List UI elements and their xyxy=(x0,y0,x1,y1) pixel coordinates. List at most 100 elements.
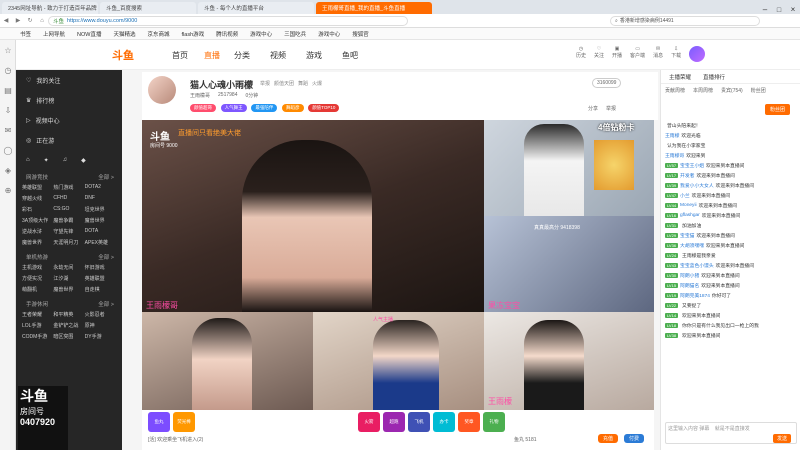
nav-fishbar[interactable]: 鱼吧 xyxy=(342,50,358,61)
subtab[interactable]: 本周周榜 xyxy=(693,87,713,94)
game-link[interactable]: 和平精英 xyxy=(53,311,84,318)
game-link[interactable]: 怀旧游戏 xyxy=(85,264,116,271)
douyu-logo[interactable]: 斗鱼 xyxy=(112,47,148,63)
star-icon[interactable]: ☆ xyxy=(0,40,16,60)
game-link[interactable]: 暗区突围 xyxy=(53,333,84,340)
browser-tab-active[interactable]: 王雨檬哥直播_我的直播_斗鱼直播 xyxy=(316,2,432,14)
shortcut-icon[interactable]: ◆ xyxy=(81,157,86,164)
anchor-avatar[interactable] xyxy=(148,76,176,104)
game-link[interactable]: 穿越火线 xyxy=(22,195,53,202)
chat-nick[interactable]: 我爱小小大女人 xyxy=(680,182,714,189)
game-link[interactable]: DNF xyxy=(85,195,116,202)
game-link[interactable]: 火影忍者 xyxy=(85,311,116,318)
game-link[interactable]: 英雄联盟 xyxy=(85,275,116,282)
sidebar-item-follow[interactable]: ♡ 我的关注 xyxy=(16,70,122,90)
sidebar-item-playing[interactable]: ◎ 正在游 xyxy=(16,130,122,150)
gift-item[interactable]: 鱼丸 xyxy=(148,412,170,432)
room-tag[interactable]: 舞蹈彦 xyxy=(282,104,304,112)
nav-video[interactable]: 视频 xyxy=(270,50,286,61)
game-icon[interactable]: ◈ xyxy=(0,160,16,180)
sub-label[interactable]: 舞蹈 xyxy=(298,80,308,87)
cart-icon[interactable]: ⊕ xyxy=(0,180,16,200)
gift-item[interactable]: 火箭 xyxy=(358,412,380,432)
sidebar-item-video[interactable]: ▷ 视频中心 xyxy=(16,110,122,130)
game-link[interactable]: DOTA2 xyxy=(85,184,116,191)
bookmark[interactable]: 腾讯视频 xyxy=(216,30,238,38)
game-link[interactable]: 主机游戏 xyxy=(22,264,53,271)
send-button[interactable]: 发送 xyxy=(773,434,792,443)
gift-item[interactable]: 礼物 xyxy=(483,412,505,432)
room-tag[interactable]: 最强陪伴 xyxy=(251,104,278,112)
url-field[interactable]: 斗鱼 https://www.douyu.com/9000 xyxy=(48,15,408,26)
chat-nick[interactable]: 大胡须嘿嘿 xyxy=(680,242,704,249)
chat-nick[interactable]: 宝宝猫 xyxy=(680,232,694,239)
fan-club-button[interactable]: 粉丝团 xyxy=(765,104,791,115)
follow-icon[interactable]: ♡ 关注 xyxy=(594,46,604,62)
game-link[interactable]: 魔兽世界 xyxy=(85,217,116,224)
room-tag[interactable]: 人气舞王 xyxy=(220,104,247,112)
broadcast-icon[interactable]: ▣ 开播 xyxy=(612,46,622,62)
video-player[interactable]: 直播间只看绝美大佬 斗鱼 房间号 9000 王雨檬哥 4倍钻粉卡 真真最高分 9… xyxy=(142,120,654,410)
game-link[interactable]: 热门游戏 xyxy=(53,184,84,191)
game-link[interactable]: 萌翻机 xyxy=(22,286,53,293)
chat-nick[interactable]: 宝宝蓝色小馒头 xyxy=(680,262,714,269)
section-more[interactable]: 全部 > xyxy=(98,173,114,181)
sidebar-item-rank[interactable]: ♛ 排行榜 xyxy=(16,90,122,110)
subtab[interactable]: 粉丝团 xyxy=(751,87,766,94)
bookmark[interactable]: 上网导航 xyxy=(43,30,65,38)
sub-label[interactable]: 火爆 xyxy=(312,80,322,87)
chat-bubble-icon[interactable]: ◯ xyxy=(0,140,16,160)
chat-nick[interactable]: 王雨檬哥 xyxy=(665,152,684,159)
game-link[interactable]: 3A顶级大作 xyxy=(22,217,53,224)
game-link[interactable]: 原神 xyxy=(85,322,116,329)
game-link[interactable]: 江汐湖 xyxy=(53,275,84,282)
report-button[interactable]: 举报 xyxy=(606,105,616,112)
bookmark[interactable]: 三国吃兵 xyxy=(284,30,306,38)
chat-nick[interactable]: 阿朗完美1874 xyxy=(680,292,710,299)
pay-button[interactable]: 付费 xyxy=(624,434,645,443)
game-link[interactable]: 魔兽世界 xyxy=(22,239,53,246)
game-link[interactable]: 永劫无间 xyxy=(53,264,84,271)
game-link[interactable]: 守望先锋 xyxy=(53,228,84,235)
section-more[interactable]: 全部 > xyxy=(98,300,114,308)
window-close-icon[interactable]: × xyxy=(786,5,800,14)
gift-item[interactable]: 超跑 xyxy=(383,412,405,432)
gift-item[interactable]: 飞机 xyxy=(408,412,430,432)
game-link[interactable]: CFHD xyxy=(53,195,84,202)
game-link[interactable]: 坦克世界 xyxy=(85,206,116,213)
game-link[interactable]: APEX英雄 xyxy=(85,239,116,246)
search-field[interactable]: ⌕ 香港新增感染病例14491 xyxy=(610,15,760,26)
nav-home[interactable]: 首页 xyxy=(172,50,188,61)
avatar[interactable] xyxy=(689,46,706,62)
chat-nick[interactable]: 宝宝王小姐 xyxy=(680,162,704,169)
bookmark[interactable]: 游戏中心 xyxy=(250,30,272,38)
nav-category[interactable]: 分类 xyxy=(234,50,250,61)
browser-tab[interactable]: 斗鱼 - 每个人的直播平台 xyxy=(198,2,314,14)
tab-live-rank[interactable]: 直播排行 xyxy=(703,73,725,81)
nav-game[interactable]: 游戏 xyxy=(306,50,322,61)
anchor-name[interactable]: 王雨檬哥 xyxy=(190,92,210,99)
game-link[interactable]: 王者荣耀 xyxy=(22,311,53,318)
game-link[interactable]: CODM手游 xyxy=(22,333,53,340)
bookmark[interactable]: NOW直播 xyxy=(77,30,101,38)
bookmark[interactable]: 书签 xyxy=(20,30,31,38)
home-icon[interactable]: ⌂ xyxy=(36,18,48,24)
game-link[interactable]: 逆战水浒 xyxy=(22,228,53,235)
room-tag[interactable]: 颜值TOP10 xyxy=(308,104,340,112)
game-link[interactable]: 自走棋 xyxy=(85,286,116,293)
clock-icon[interactable]: ◷ xyxy=(0,60,16,80)
history-icon[interactable]: ◷ 历史 xyxy=(576,46,586,62)
bookmark[interactable]: 游戏中心 xyxy=(318,30,340,38)
gift-item[interactable]: 荧光棒 xyxy=(173,412,195,432)
nav-live[interactable]: 直播 xyxy=(204,50,220,61)
window-maximize-icon[interactable]: □ xyxy=(772,7,786,14)
game-link[interactable]: 彩石 xyxy=(22,206,53,213)
game-link[interactable]: 方便实况 xyxy=(22,275,53,282)
message-icon[interactable]: ✉ 消息 xyxy=(653,46,663,62)
chat-nick[interactable]: 开发者 xyxy=(680,172,694,179)
tab-anchor-honor[interactable]: 主播荣耀 xyxy=(669,73,691,81)
chat-nick[interactable]: gflashgar xyxy=(680,213,700,218)
sub-label[interactable]: 举报 xyxy=(260,80,270,87)
subtab[interactable]: 贡献周榜 xyxy=(665,87,685,94)
section-more[interactable]: 全部 > xyxy=(98,253,114,261)
